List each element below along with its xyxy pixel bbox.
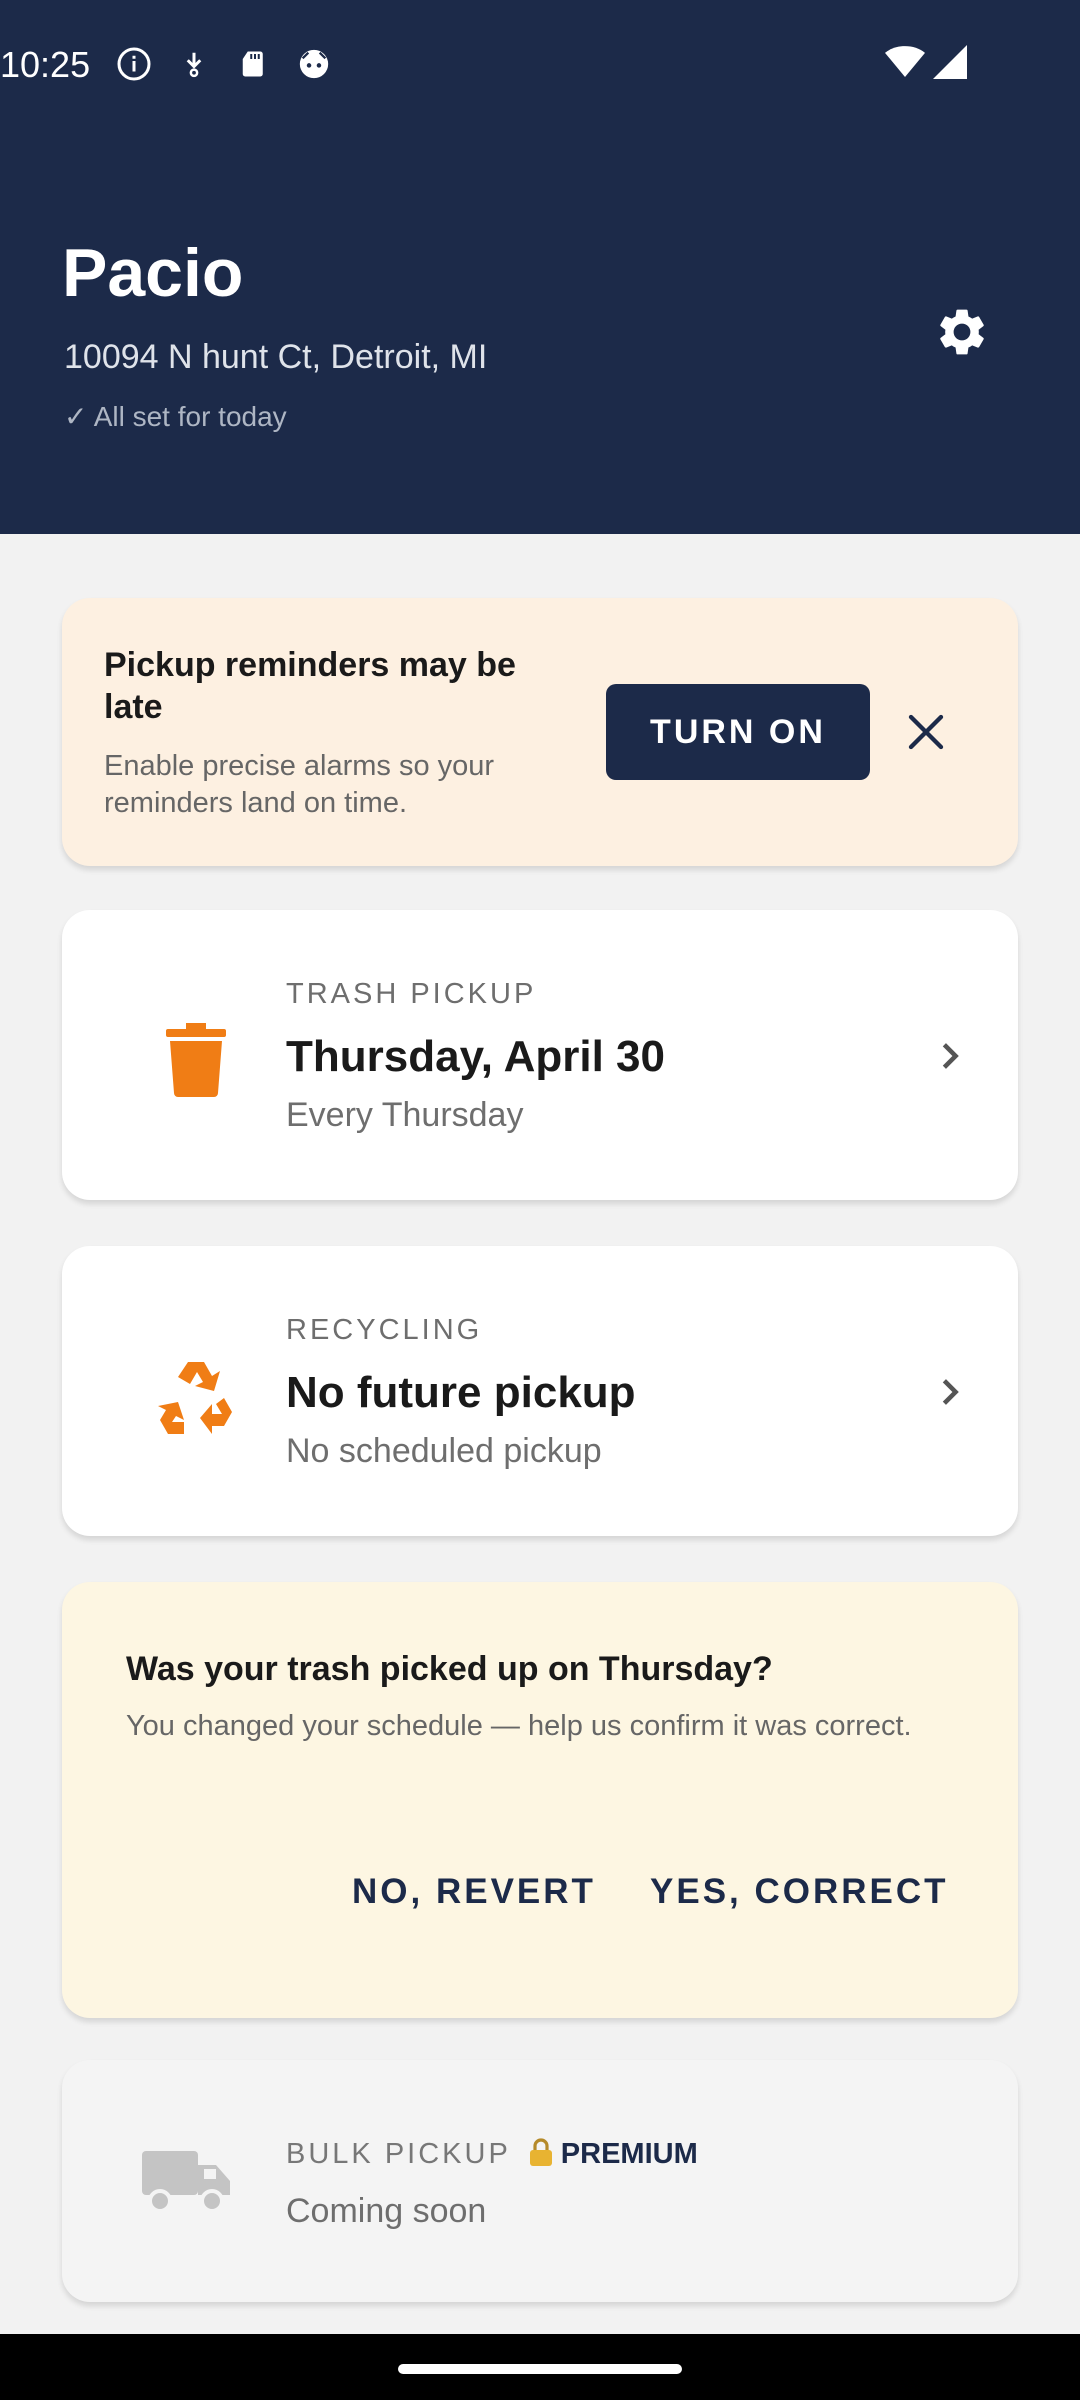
confirm-text: You changed your schedule — help us conf…: [126, 1710, 912, 1742]
settings-button[interactable]: [930, 300, 994, 364]
trash-pickup-card[interactable]: TRASH PICKUP Thursday, April 30 Every Th…: [62, 910, 1018, 1200]
premium-badge: PREMIUM: [527, 2136, 698, 2173]
turn-on-button[interactable]: TURN ON: [606, 684, 870, 780]
trash-pickup-frequency: Every Thursday: [286, 1096, 524, 1134]
signal-icon: [933, 44, 967, 85]
chevron-right-icon: [930, 1034, 970, 1078]
notification-icon: [294, 44, 334, 84]
trash-pickup-date: Thursday, April 30: [286, 1032, 665, 1081]
confirm-title: Was your trash picked up on Thursday?: [126, 1650, 773, 1688]
reminder-title: Pickup reminders may be late: [104, 646, 516, 726]
dismiss-button[interactable]: [900, 706, 952, 758]
close-icon: [908, 714, 944, 750]
download-icon: [174, 44, 214, 84]
trash-pickup-label: TRASH PICKUP: [286, 978, 537, 1010]
pickup-confirm-card: Was your trash picked up on Thursday? Yo…: [62, 1582, 1018, 2018]
status-text: ✓ All set for today: [64, 401, 287, 432]
recycling-label: RECYCLING: [286, 1314, 483, 1346]
status-time: 10:25: [0, 44, 91, 85]
address-text: 10094 N hunt Ct, Detroit, MI: [64, 338, 488, 376]
gear-icon: [940, 309, 984, 355]
bulk-pickup-label: BULK PICKUP: [286, 2138, 511, 2170]
sd-card-icon: [234, 44, 274, 84]
reminder-text: Enable precise alarms so your reminders …: [104, 750, 495, 819]
chevron-right-icon: [930, 1370, 970, 1414]
wifi-icon: [885, 44, 925, 85]
recycling-date: No future pickup: [286, 1368, 636, 1417]
lock-icon: [527, 2136, 555, 2173]
truck-icon: [138, 2140, 238, 2220]
recycling-card[interactable]: RECYCLING No future pickup No scheduled …: [62, 1246, 1018, 1536]
yes-correct-button[interactable]: YES, CORRECT: [650, 1872, 949, 1912]
recycling-frequency: No scheduled pickup: [286, 1432, 602, 1470]
recycle-icon: [146, 1346, 246, 1446]
bulk-pickup-card: BULK PICKUP PREMIUM Coming soon: [62, 2060, 1018, 2302]
premium-label: PREMIUM: [560, 2138, 698, 2170]
navigation-bar: [0, 2334, 1080, 2400]
no-revert-button[interactable]: NO, REVERT: [352, 1872, 596, 1912]
app-header: 10:25 Pacio 10094 N hunt Ct, Detroit, MI…: [0, 0, 1080, 534]
reminder-banner: Pickup reminders may be late Enable prec…: [62, 598, 1018, 866]
home-gesture-handle[interactable]: [398, 2364, 682, 2374]
bulk-pickup-status: Coming soon: [286, 2192, 487, 2230]
status-bar: 10:25: [0, 0, 1080, 130]
info-icon: [114, 44, 154, 84]
app-title: Pacio: [62, 235, 244, 311]
trash-can-icon: [146, 1010, 246, 1110]
